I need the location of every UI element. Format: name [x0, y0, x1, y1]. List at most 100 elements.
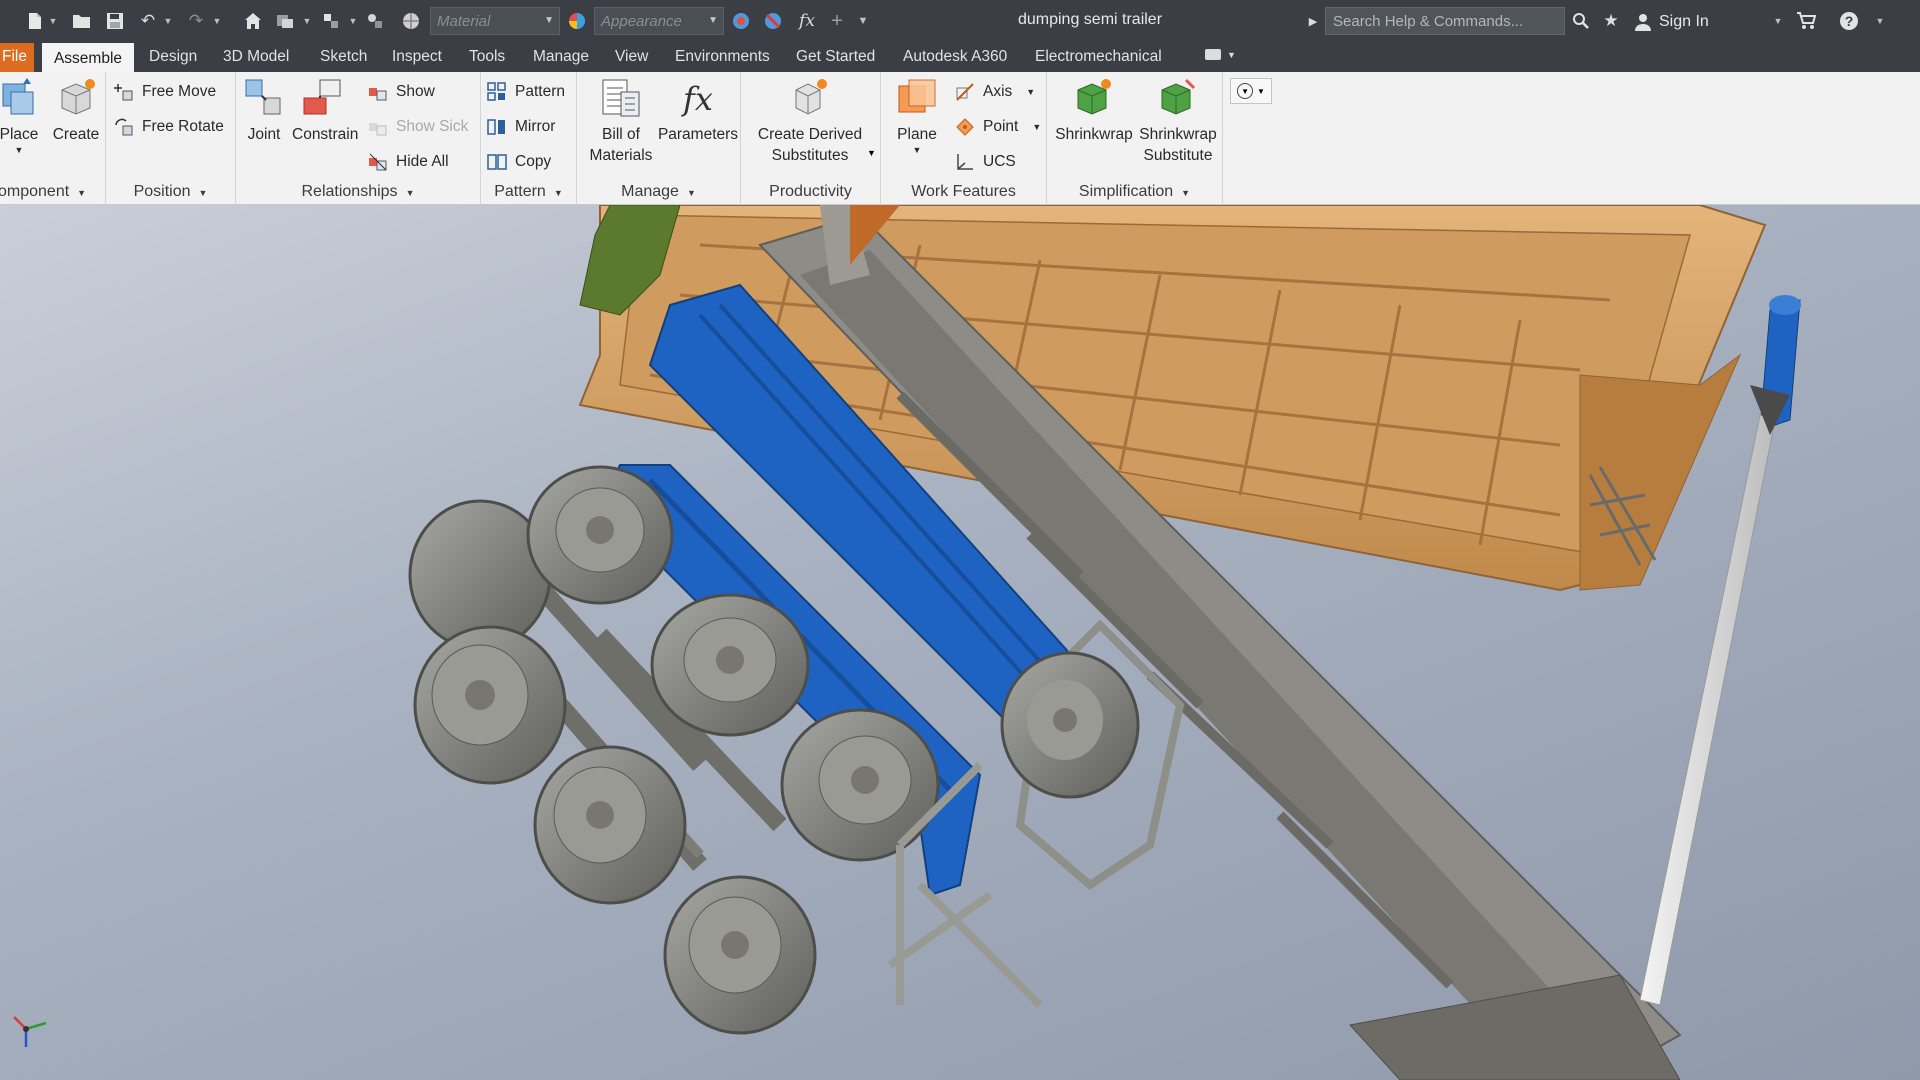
clear-appearance-icon[interactable] [762, 9, 784, 33]
point-label: Point [983, 118, 1019, 135]
wheel[interactable] [650, 593, 810, 737]
joint-button[interactable]: Joint [242, 76, 286, 145]
search-input[interactable]: Search Help & Commands... [1325, 7, 1565, 35]
update-dropdown-icon[interactable]: ▼ [302, 9, 312, 33]
tab-view[interactable]: View [615, 43, 648, 72]
material-combobox[interactable]: Material ▼ [430, 7, 560, 35]
wheel[interactable] [663, 875, 817, 1035]
hide-all-button[interactable]: Hide All [368, 150, 449, 174]
sign-in-dropdown-icon[interactable]: ▼ [1772, 9, 1784, 33]
tab-3d-model[interactable]: 3D Model [223, 43, 289, 72]
bill-of-materials-button[interactable]: Bill of Materials [581, 76, 661, 166]
panel-position-title[interactable]: Position ▼ [106, 183, 235, 201]
redo-dropdown-icon[interactable]: ▼ [212, 9, 222, 33]
mirror-button[interactable]: Mirror [487, 115, 555, 139]
free-move-button[interactable]: Free Move [114, 80, 216, 104]
point-button[interactable]: Point ▼ [955, 115, 1041, 139]
tab-get-started[interactable]: Get Started [796, 43, 875, 72]
undo-dropdown-icon[interactable]: ▼ [163, 9, 173, 33]
open-icon[interactable] [70, 9, 94, 33]
tab-electromechanical[interactable]: Electromechanical [1035, 43, 1162, 72]
tab-file[interactable]: File [0, 43, 34, 72]
save-icon[interactable] [104, 9, 126, 33]
panel-manage-title[interactable]: Manage ▼ [577, 183, 740, 201]
help-dropdown-icon[interactable]: ▼ [1874, 9, 1886, 33]
ribbon-display-options[interactable]: ▼ [1205, 49, 1236, 60]
select-dropdown-icon[interactable]: ▼ [348, 9, 358, 33]
panel-component-label: omponent [0, 183, 70, 200]
view-cube-triad[interactable] [6, 997, 66, 1062]
place-label: Place [0, 126, 39, 143]
select-icon[interactable] [320, 9, 342, 33]
constrain-button[interactable]: Constrain [292, 76, 358, 145]
fx-icon[interactable]: fx [796, 9, 818, 33]
ribbon: Place ▼ Create omponent ▼ Free Move Free … [0, 72, 1920, 205]
spare-wheel-carrier[interactable] [887, 619, 1185, 1008]
tab-autodesk-a360[interactable]: Autodesk A360 [903, 43, 1007, 72]
trailer-assembly-model[interactable] [0, 205, 1920, 1080]
chevron-right-icon[interactable]: ▶ [1306, 9, 1320, 33]
panel-pattern: Pattern Mirror Copy Pattern ▼ [481, 72, 577, 205]
tab-sketch[interactable]: Sketch [320, 43, 367, 72]
chevron-down-icon: ▼ [912, 145, 922, 155]
new-dropdown-icon[interactable]: ▼ [48, 9, 58, 33]
derived-label-line2: Substitutes [771, 147, 849, 164]
wheel[interactable] [533, 745, 687, 905]
material-globe-icon[interactable] [400, 9, 422, 33]
panel-simplification-title[interactable]: Simplification ▼ [1047, 183, 1222, 201]
pattern-label: Pattern [515, 83, 565, 100]
redo-icon[interactable]: ↷ [184, 9, 208, 33]
document-title: dumping semi trailer [1017, 11, 1163, 28]
home-icon[interactable] [242, 9, 264, 33]
chevron-down-icon[interactable]: ▼ [867, 148, 876, 158]
wheel[interactable] [413, 625, 567, 785]
shrinkwrap-button[interactable]: Shrinkwrap [1051, 76, 1137, 145]
show-sick-button[interactable]: Show Sick [368, 115, 468, 139]
wheel[interactable] [408, 465, 674, 651]
free-rotate-icon [114, 117, 134, 137]
star-icon[interactable]: ★ [1600, 9, 1622, 33]
chevron-down-icon: ▼ [708, 15, 718, 26]
plus-icon[interactable]: + [826, 9, 848, 33]
create-button[interactable]: Create [50, 76, 102, 145]
customize-quick-access-icon[interactable]: ▼ [856, 9, 870, 33]
free-rotate-button[interactable]: Free Rotate [114, 115, 224, 139]
shrinkwrap-substitute-button[interactable]: Shrinkwrap Substitute [1135, 76, 1221, 166]
panel-options-button[interactable]: ▼ ▼ [1230, 78, 1272, 104]
adjust-appearance-icon[interactable] [730, 9, 752, 33]
new-icon[interactable] [24, 9, 46, 33]
place-icon [0, 76, 41, 120]
place-button[interactable]: Place ▼ [0, 76, 44, 155]
show-button[interactable]: Show [368, 80, 435, 104]
3d-viewport[interactable] [0, 205, 1920, 1080]
axis-icon [955, 82, 975, 102]
search-icon[interactable] [1570, 9, 1592, 33]
selection-priority-icon[interactable] [364, 9, 386, 33]
tab-environments[interactable]: Environments [675, 43, 770, 72]
tab-design[interactable]: Design [149, 43, 197, 72]
cart-icon[interactable] [1794, 9, 1818, 33]
tab-manage[interactable]: Manage [533, 43, 589, 72]
shrinkwrap-icon [1072, 76, 1116, 120]
plane-button[interactable]: Plane ▼ [893, 76, 941, 155]
tab-tools[interactable]: Tools [469, 43, 505, 72]
panel-component-title[interactable]: omponent ▼ [0, 183, 105, 201]
parameters-button[interactable]: fx Parameters [657, 76, 739, 145]
tab-assemble[interactable]: Assemble [42, 43, 134, 72]
panel-pattern-title[interactable]: Pattern ▼ [481, 183, 576, 201]
create-derived-substitutes-button[interactable]: Create Derived Substitutes [745, 76, 875, 166]
appearance-combobox[interactable]: Appearance ▼ [594, 7, 724, 35]
inventor-window: ▼ ↶ ▼ ↷ ▼ ▼ ▼ Material ▼ Appearance ▼ fx… [0, 0, 1920, 1080]
update-icon[interactable] [274, 9, 296, 33]
help-icon[interactable]: ? [1838, 9, 1860, 33]
undo-icon[interactable]: ↶ [136, 9, 160, 33]
appearance-icon[interactable] [566, 9, 588, 33]
ucs-button[interactable]: UCS [955, 150, 1016, 174]
copy-button[interactable]: Copy [487, 150, 551, 174]
axis-button[interactable]: Axis ▼ [955, 80, 1035, 104]
pattern-button[interactable]: Pattern [487, 80, 565, 104]
panel-relationships-title[interactable]: Relationships ▼ [236, 183, 480, 201]
sign-in-button[interactable]: Sign In [1635, 10, 1709, 34]
tab-inspect[interactable]: Inspect [392, 43, 442, 72]
wheel[interactable] [780, 708, 940, 862]
